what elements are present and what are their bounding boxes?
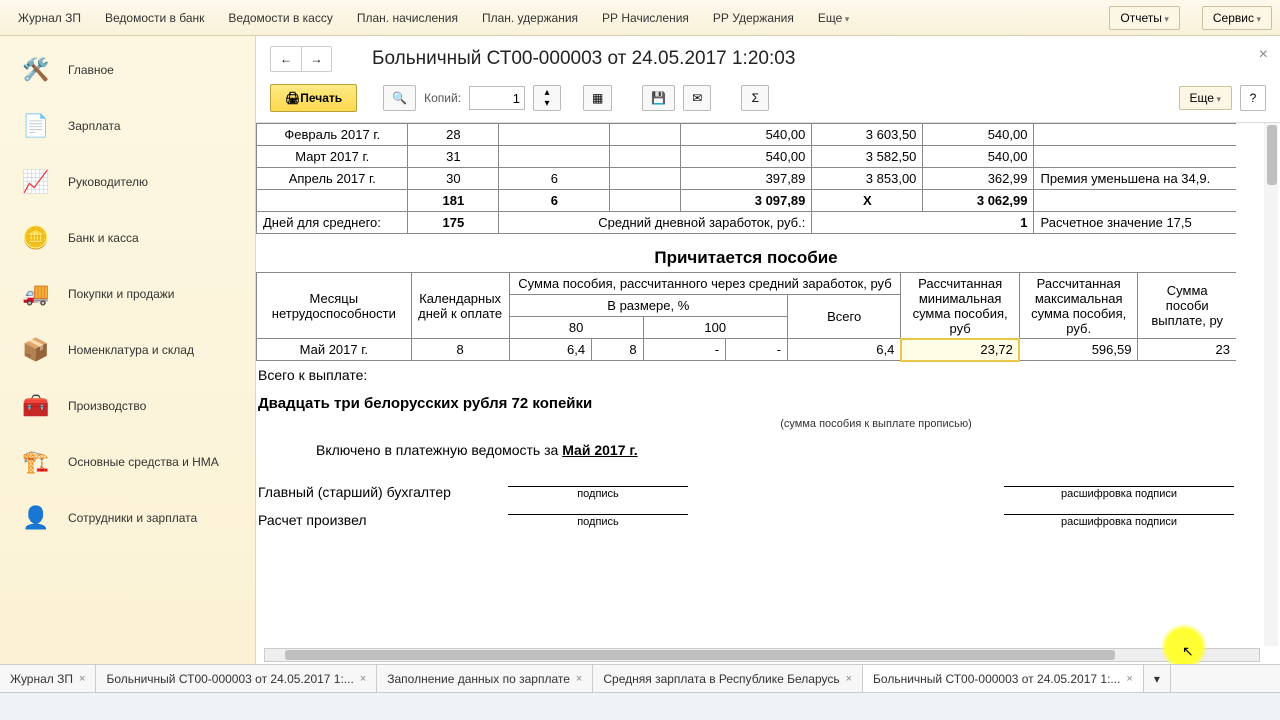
sidebar-item-assets[interactable]: 🏗️ Основные средства и НМА [0,434,255,490]
content-area: × ← → Больничный СТ00-000003 от 24.05.20… [256,36,1280,664]
sidebar-item-salary[interactable]: 📄 Зарплата [0,98,255,154]
sidebar-item-label: Банк и касса [68,231,139,245]
menu-item[interactable]: План. удержания [472,5,588,31]
horizontal-scrollbar[interactable] [264,648,1260,662]
chart-icon: 📈 [16,166,56,198]
tools-icon: 🧰 [16,390,56,422]
copies-input[interactable] [469,86,525,110]
sidebar-item-manager[interactable]: 📈 Руководителю [0,154,255,210]
truck-icon: 🚚 [16,278,56,310]
status-bar [0,692,1280,720]
close-icon[interactable]: × [576,673,582,685]
tab-item[interactable]: Журнал ЗП× [0,665,96,692]
close-icon[interactable]: × [846,673,852,685]
bottom-tabs: Журнал ЗП× Больничный СТ00-000003 от 24.… [0,664,1280,692]
sidebar: 🛠️ Главное 📄 Зарплата 📈 Руководителю 🪙 Банк … [0,36,256,664]
save-button[interactable]: 💾 [642,85,675,111]
sidebar-item-label: Сотрудники и зарплата [68,511,197,525]
signature-decode-slot: расшифровка подписи [1004,486,1234,500]
signature-row: Главный (старший) бухгалтер подпись расш… [256,478,1236,506]
sum-button[interactable]: Σ [741,85,769,111]
sidebar-item-label: Номенклатура и склад [68,343,194,357]
grid-button[interactable]: ▦ [583,85,612,111]
sidebar-item-hr[interactable]: 👤 Сотрудники и зарплата [0,490,255,546]
sidebar-item-label: Покупки и продажи [68,287,175,301]
more-button[interactable]: Еще [1179,86,1232,110]
menu-item[interactable]: Ведомости в банк [95,5,214,31]
payout-words-note: (сумма пособия к выплате прописью) [516,418,1236,430]
nav-buttons: ← → [270,46,332,72]
sidebar-item-prod[interactable]: 🧰 Производство [0,378,255,434]
table-header-row: Месяцы нетрудоспособности Календарных дн… [257,273,1237,295]
preview-button[interactable]: 🔍 [383,85,416,111]
box-icon: 📦 [16,334,56,366]
page-title: Больничный СТ00-000003 от 24.05.2017 1:2… [372,48,795,70]
copies-label: Копий: [424,91,461,105]
sidebar-item-main[interactable]: 🛠️ Главное [0,42,255,98]
toolbar: 🖨 Печать 🔍 Копий: ▴▾ ▦ 💾 ✉ Σ Еще ? [256,78,1280,123]
service-button[interactable]: Сервис [1202,6,1272,30]
close-icon[interactable]: × [1259,46,1268,64]
table-row: Март 2017 г.31540,003 582,50540,00 [257,146,1237,168]
help-button[interactable]: ? [1240,85,1266,111]
table-row: Февраль 2017 г. 28 540,00 3 603,50 540,0… [257,124,1237,146]
table-total-row: 18163 097,89X3 062,99 [257,190,1237,212]
signature-row: Расчет произвел подпись расшифровка подп… [256,506,1236,534]
sidebar-item-trade[interactable]: 🚚 Покупки и продажи [0,266,255,322]
payout-label: Всего к выплате: [256,361,1236,389]
sidebar-item-label: Главное [68,63,114,77]
tab-item[interactable]: Больничный СТ00-000003 от 24.05.2017 1:.… [96,665,377,692]
payout-words: Двадцать три белорусских рубля 72 копейк… [256,389,1236,418]
print-button[interactable]: 🖨 Печать [270,84,357,112]
desk-icon: 🛠️ [16,54,56,86]
signature-slot: подпись [508,486,688,500]
table-row: Май 2017 г. 8 6,4 8 - - 6,4 23,72 596,59… [257,339,1237,361]
person-icon: 👤 [16,502,56,534]
sidebar-item-label: Основные средства и НМА [68,455,219,469]
menu-item[interactable]: Журнал ЗП [8,5,91,31]
coins-icon: 🪙 [16,222,56,254]
spinner-icon[interactable]: ▴▾ [533,85,561,111]
accountant-label: Главный (старший) бухгалтер [258,484,478,500]
included-line: Включено в платежную ведомость за Май 20… [256,430,1236,464]
nav-forward-button[interactable]: → [301,47,331,71]
building-icon: 🏗️ [16,446,56,478]
tab-item[interactable]: Больничный СТ00-000003 от 24.05.2017 1:.… [863,665,1144,692]
section-title: Причитается пособие [256,234,1236,272]
signature-slot: подпись [508,514,688,528]
vertical-scrollbar[interactable] [1264,123,1278,646]
benefit-table: Месяцы нетрудоспособности Календарных дн… [256,272,1236,361]
calcby-label: Расчет произвел [258,512,478,528]
menu-item[interactable]: РР Начисления [592,5,699,31]
table-footer-row: Дней для среднего: 175 Средний дневной з… [257,212,1237,234]
tab-item[interactable]: Заполнение данных по зарплате× [377,665,593,692]
sidebar-item-label: Зарплата [68,119,121,133]
menu-item[interactable]: РР Удержания [703,5,804,31]
earnings-table: Февраль 2017 г. 28 540,00 3 603,50 540,0… [256,123,1236,234]
sidebar-item-label: Производство [68,399,146,413]
nav-back-button[interactable]: ← [271,47,301,71]
close-icon[interactable]: × [79,673,85,685]
reports-button[interactable]: Отчеты [1109,6,1180,30]
menu-item[interactable]: Ведомости в кассу [218,5,342,31]
close-icon[interactable]: × [1126,673,1132,685]
top-menu: Журнал ЗП Ведомости в банк Ведомости в к… [0,0,1280,36]
menu-item[interactable]: План. начисления [347,5,468,31]
sidebar-item-label: Руководителю [68,175,148,189]
tab-overflow-icon[interactable]: ▾ [1144,665,1171,692]
sidebar-item-stock[interactable]: 📦 Номенклатура и склад [0,322,255,378]
doc-icon: 📄 [16,110,56,142]
mail-button[interactable]: ✉ [683,85,711,111]
sidebar-item-bank[interactable]: 🪙 Банк и касса [0,210,255,266]
menu-more[interactable]: Еще [808,5,859,31]
tab-item[interactable]: Средняя зарплата в Республике Беларусь× [593,665,863,692]
signature-decode-slot: расшифровка подписи [1004,514,1234,528]
document-body: Февраль 2017 г. 28 540,00 3 603,50 540,0… [256,123,1280,664]
highlighted-cell[interactable]: 23,72 [901,339,1020,361]
close-icon[interactable]: × [360,673,366,685]
table-row: Апрель 2017 г.306397,893 853,00362,99Пре… [257,168,1237,190]
